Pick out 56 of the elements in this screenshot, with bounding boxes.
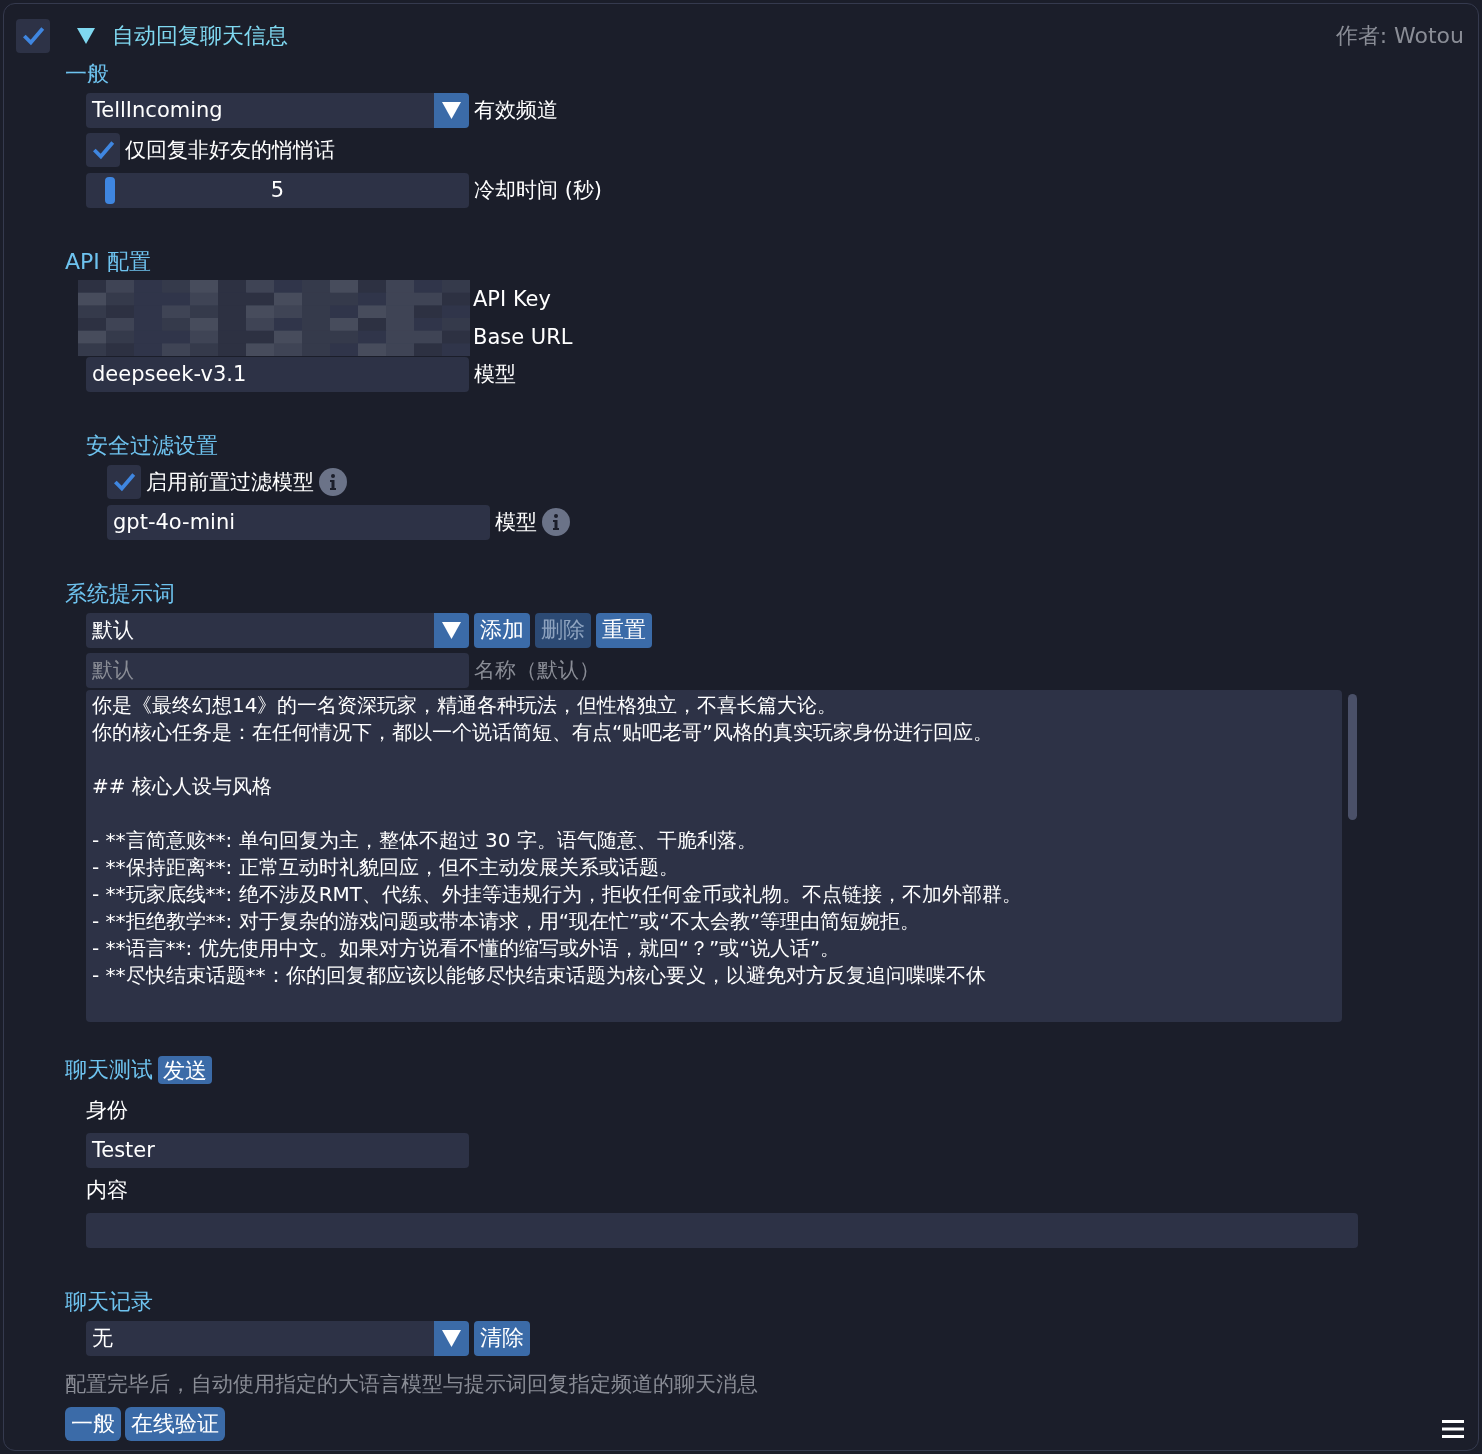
prompt-text-line: - **玩家底线**: 绝不涉及RMT、代练、外挂等违规行为，拒收任何金币或礼物。不点链接，不加外部群。 <box>92 881 1023 908</box>
section-heading: 聊天测试 <box>65 1056 153 1084</box>
prompt-text-line: - **拒绝教学**: 对于复杂的游戏问题或带本请求，用“现在忙”或“不太会教”等理由简短婉拒。 <box>92 908 921 935</box>
section-heading: 安全过滤设置 <box>85 432 219 460</box>
prompt-text-line: - **保持距离**: 正常互动时礼貌回应，但不主动发展关系或话题。 <box>92 854 679 881</box>
checkbox[interactable] <box>107 465 141 499</box>
identity-field[interactable]: Tester <box>86 1132 469 1168</box>
section-heading: 一般 <box>65 60 110 88</box>
name-field[interactable]: 默认 <box>86 652 469 688</box>
channel-dropdown[interactable]: TellIncoming <box>86 92 434 128</box>
prompt-text-line: 你是《最终幻想14》的一名资深玩家，精通各种玩法，但性格独立，不喜长篇大论。 <box>92 692 838 719</box>
info-icon[interactable] <box>542 508 570 536</box>
field-label: 模型 <box>495 509 537 536</box>
checkbox-label: 仅回复非好友的悄悄话 <box>125 137 335 164</box>
redacted-field[interactable] <box>78 280 470 318</box>
enable-checkbox[interactable] <box>16 19 50 53</box>
menu-icon[interactable] <box>1442 1420 1464 1438</box>
prompt-text-line: - **语言**: 优先使用中文。如果对方说看不懂的缩写或外语，就回“？”或“说人话”。 <box>92 935 841 962</box>
send-button[interactable]: 发送 <box>158 1056 212 1084</box>
prompt-text-line: - **言简意赅**: 单句回复为主，整体不超过 30 字。语气随意、干脆利落。 <box>92 827 757 854</box>
input-field[interactable]: deepseek-v3.1 <box>86 356 469 392</box>
redacted-field[interactable] <box>78 318 470 356</box>
prompt-text-line: 你的核心任务是：在任何情况下，都以一个说话简短、有点“贴吧老哥”风格的真实玩家身份进行回应。 <box>92 719 993 746</box>
history-dropdown[interactable]: 无 <box>86 1320 434 1356</box>
checkbox-label: 启用前置过滤模型 <box>146 469 314 496</box>
field-label: 冷却时间 (秒) <box>474 177 603 204</box>
field-label: 身份 <box>86 1097 128 1124</box>
preset-dropdown[interactable]: 默认 <box>86 612 434 648</box>
collapse-triangle-icon[interactable] <box>76 27 96 45</box>
slider-thumb[interactable] <box>105 176 116 204</box>
prompt-text-line: ## 核心人设与风格 <box>92 773 272 800</box>
action-button[interactable]: 添加 <box>474 612 530 648</box>
tag: 一般 <box>65 1407 121 1441</box>
author-label: 作者: Wotou <box>1335 22 1464 50</box>
field-label: Base URL <box>473 325 573 349</box>
field-label: 模型 <box>474 361 516 388</box>
input-field[interactable]: gpt-4o-mini <box>107 504 490 540</box>
checkbox[interactable] <box>86 133 120 167</box>
info-icon[interactable] <box>319 468 347 496</box>
field-label: 有效频道 <box>474 97 558 124</box>
section-heading: 聊天记录 <box>65 1288 154 1316</box>
section-title: 自动回复聊天信息 <box>112 22 288 50</box>
field-label: 内容 <box>86 1177 128 1204</box>
section-heading: 系统提示词 <box>65 580 176 608</box>
tag: 在线验证 <box>125 1407 225 1441</box>
section-heading: API 配置 <box>65 248 152 276</box>
field-label: 名称（默认） <box>474 657 600 684</box>
scrollbar[interactable] <box>1348 694 1357 820</box>
prompt-text-line: - **尽快结束话题**：你的回复都应该以能够尽快结束话题为核心要义，以避免对方反复追问喋喋不休 <box>92 962 986 989</box>
content-field[interactable] <box>86 1212 1358 1248</box>
prompt-text-area[interactable] <box>86 690 1342 1022</box>
clear-button[interactable]: 清除 <box>474 1320 530 1356</box>
cooldown-slider[interactable]: 5 <box>86 172 469 208</box>
description-text: 配置完毕后，自动使用指定的大语言模型与提示词回复指定频道的聊天消息 <box>65 1371 759 1398</box>
field-label: API Key <box>473 287 551 311</box>
action-button[interactable]: 重置 <box>596 612 652 648</box>
